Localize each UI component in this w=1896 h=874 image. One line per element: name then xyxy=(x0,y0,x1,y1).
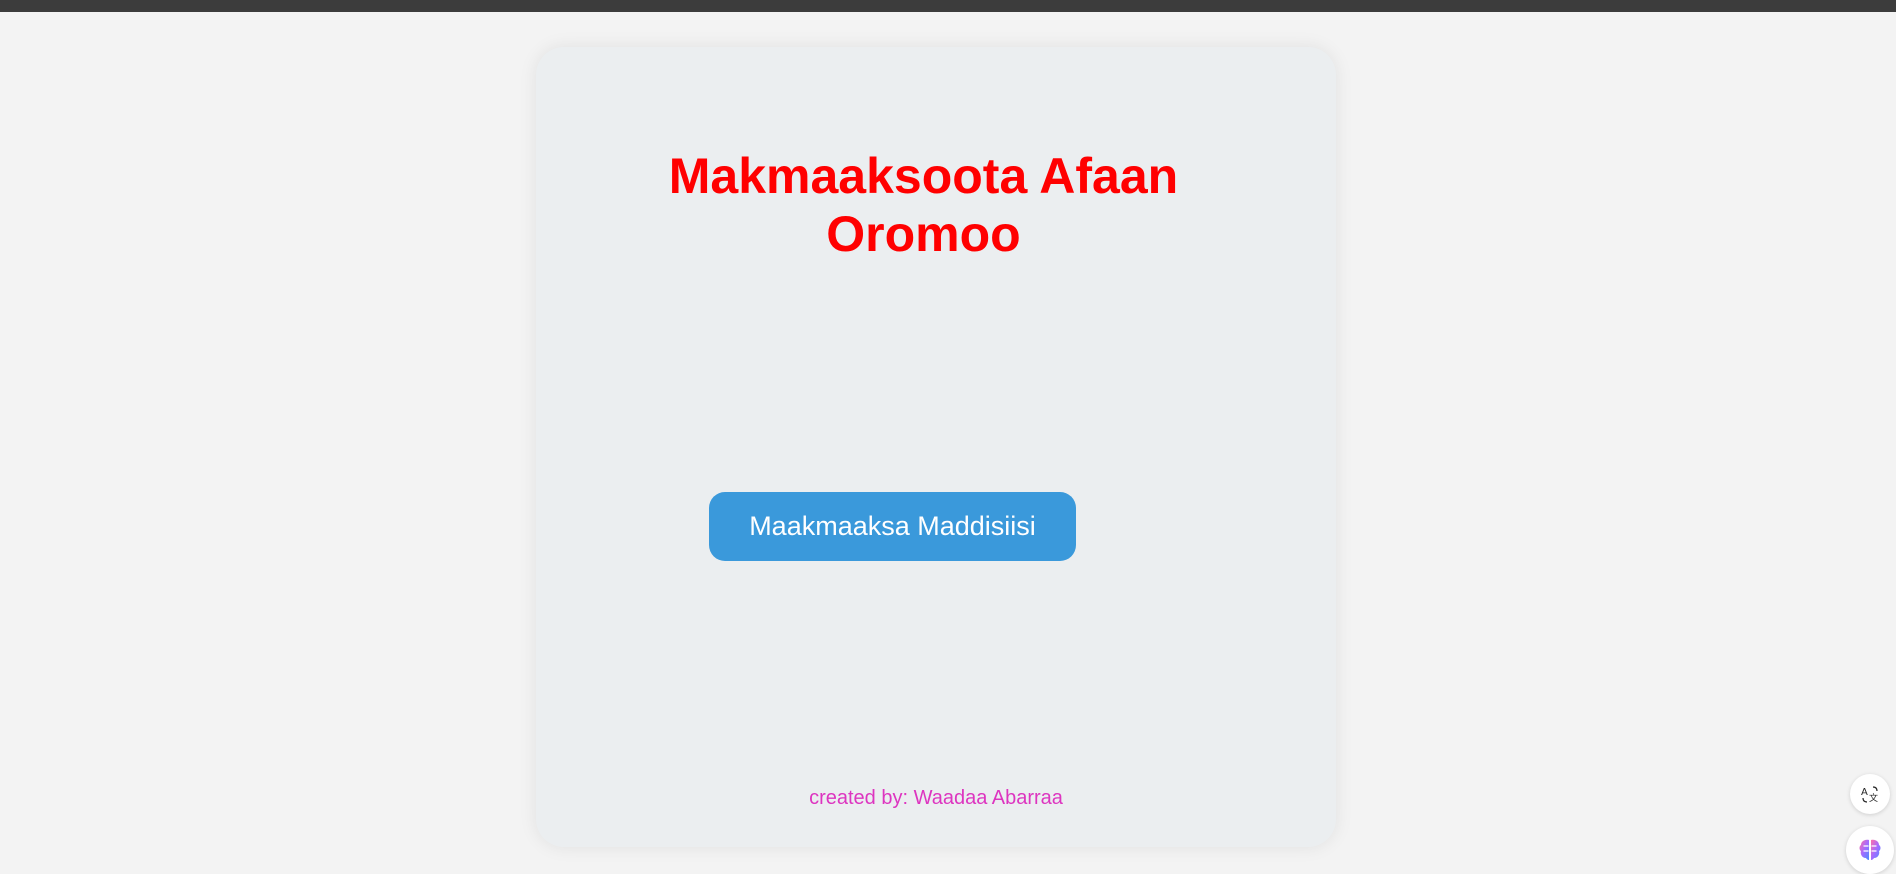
translate-button[interactable]: A 文 xyxy=(1850,774,1890,814)
translate-icon: A 文 xyxy=(1861,786,1878,804)
browser-top-bar xyxy=(0,0,1896,12)
credit-text: created by: Waadaa Abarraa xyxy=(809,787,1063,809)
assistant-button[interactable] xyxy=(1846,826,1894,874)
main-card: Makmaaksoota Afaan Oromoo Maakmaaksa Mad… xyxy=(536,47,1336,847)
svg-text:A: A xyxy=(1861,787,1868,798)
generate-proverb-button[interactable]: Maakmaaksa Maddisiisi xyxy=(709,492,1076,561)
svg-text:文: 文 xyxy=(1869,792,1878,804)
brain-icon xyxy=(1859,839,1881,860)
page-title: Makmaaksoota Afaan Oromoo xyxy=(668,148,1179,262)
